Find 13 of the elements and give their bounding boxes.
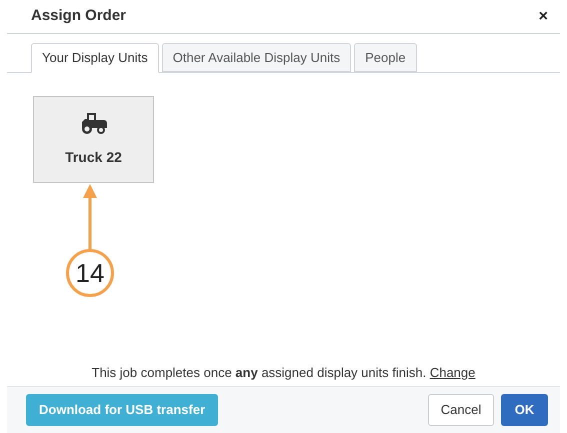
unit-card[interactable]: Truck 22 (33, 96, 154, 183)
callout-arrow (83, 184, 97, 250)
tab[interactable]: Other Available Display Units (162, 43, 352, 72)
change-link[interactable]: Change (430, 364, 476, 380)
completion-note: This job completes once any assigned display units finish. Change (92, 364, 476, 382)
unit-name: Truck 22 (65, 148, 122, 167)
cancel-button[interactable]: Cancel (428, 394, 494, 426)
tab[interactable]: Your Display Units (31, 43, 159, 73)
callout-number: 14 (66, 249, 114, 297)
ok-button[interactable]: OK (501, 394, 548, 426)
tab[interactable]: People (354, 43, 417, 72)
close-button[interactable]: × (538, 8, 548, 24)
dialog-title: Assign Order (31, 6, 126, 26)
